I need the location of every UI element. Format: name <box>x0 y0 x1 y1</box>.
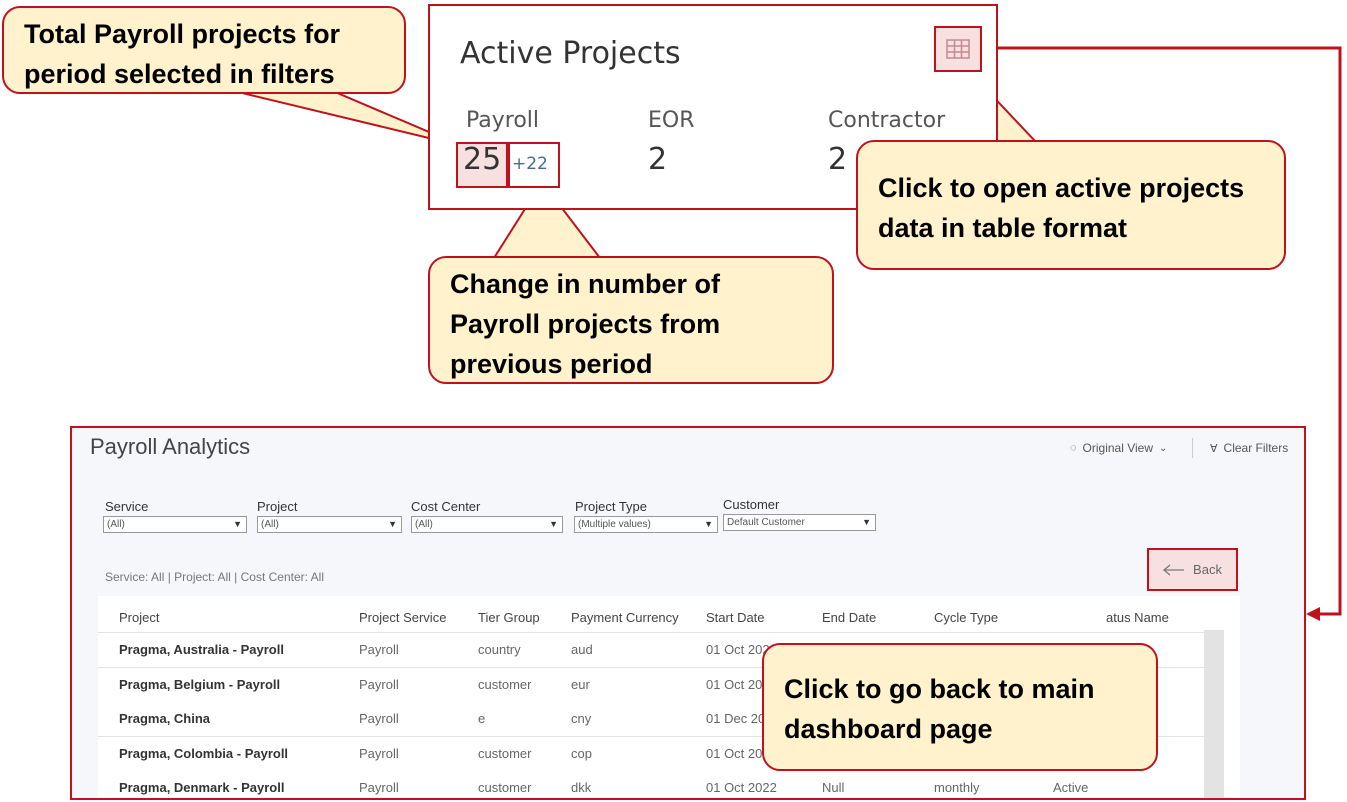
cell-tier: e <box>478 711 486 726</box>
cell-end-date: Null <box>822 780 845 795</box>
filter-label-cost-center: Cost Center <box>411 499 481 514</box>
column-header[interactable]: End Date <box>822 610 876 625</box>
filter-value: (All) <box>107 519 125 530</box>
cell-start-date: 01 Oct 20 <box>706 677 763 692</box>
callout-table-format: Click to open active projects data in ta… <box>856 140 1286 270</box>
dropdown-arrow-icon: ▼ <box>233 519 242 529</box>
dropdown-arrow-icon: ▼ <box>388 519 397 529</box>
table-scrollbar[interactable] <box>1204 630 1224 798</box>
table-view-button[interactable] <box>934 26 982 72</box>
cell-currency: eur <box>571 677 590 692</box>
cell-service: Payroll <box>359 780 399 795</box>
filter-value: (All) <box>415 519 433 530</box>
callout-change: Change in number of Payroll projects fro… <box>428 256 834 384</box>
cell-cycle-type: monthly <box>934 780 980 795</box>
filter-label-project-type: Project Type <box>575 499 648 514</box>
table-row[interactable]: Pragma, Denmark - Payroll Payroll custom… <box>98 771 1204 798</box>
table-grid-icon <box>946 39 970 59</box>
dropdown-arrow-icon: ▼ <box>862 517 871 527</box>
cell-project: Pragma, Colombia - Payroll <box>119 746 289 761</box>
cell-start-date: 01 Dec 20 <box>706 711 766 726</box>
callout-total-payroll: Total Payroll projects for period select… <box>2 6 406 94</box>
toolbar-divider <box>1192 438 1193 458</box>
cell-currency: cny <box>571 711 592 726</box>
filter-select-customer[interactable]: Default Customer ▼ <box>723 514 876 531</box>
cell-tier: country <box>478 642 521 657</box>
applied-filters-summary: Service: All | Project: All | Cost Cente… <box>105 570 324 584</box>
metric-value-contractor: 2 <box>828 142 848 177</box>
cell-project: Pragma, Australia - Payroll <box>119 642 284 657</box>
cell-service: Payroll <box>359 642 399 657</box>
card-title: Active Projects <box>460 36 681 71</box>
metric-label-contractor: Contractor <box>828 108 946 133</box>
cell-project: Pragma, Belgium - Payroll <box>119 677 281 692</box>
back-label: Back <box>1193 562 1222 577</box>
original-view-button[interactable]: ◌ Original View ⌄ <box>1070 441 1167 455</box>
eye-icon: ◌ <box>1070 442 1077 454</box>
column-header[interactable]: Tier Group <box>478 610 540 625</box>
filter-select-cost-center[interactable]: (All) ▼ <box>411 516 563 533</box>
cell-project: Pragma, Denmark - Payroll <box>119 780 285 795</box>
callout-back: Click to go back to main dashboard page <box>762 643 1158 771</box>
filter-icon: ∀ <box>1210 442 1218 455</box>
cell-start-date: 01 Oct 2022 <box>706 780 777 795</box>
column-header[interactable]: Cycle Type <box>934 610 998 625</box>
column-header[interactable]: Project Service <box>359 610 446 625</box>
dropdown-arrow-icon: ▼ <box>549 519 558 529</box>
metric-label-eor: EOR <box>648 108 695 133</box>
column-header[interactable]: Start Date <box>706 610 765 625</box>
dropdown-arrow-icon: ▼ <box>704 519 713 529</box>
filter-label-service: Service <box>105 499 149 514</box>
cell-status: Active <box>1053 780 1089 795</box>
column-header[interactable]: atus Name <box>1106 610 1169 625</box>
filter-label-project: Project <box>257 499 298 514</box>
filter-value: (Multiple values) <box>578 519 651 530</box>
connector-arrowhead <box>1306 607 1320 621</box>
cell-service: Payroll <box>359 677 399 692</box>
metric-value-eor: 2 <box>648 142 668 177</box>
back-button[interactable]: Back <box>1147 548 1238 591</box>
filter-select-project[interactable]: (All) ▼ <box>257 516 402 533</box>
cell-tier: customer <box>478 677 532 692</box>
metric-change-payroll: +22 <box>512 154 548 174</box>
original-view-label: Original View <box>1082 441 1154 455</box>
cell-tier: customer <box>478 780 532 795</box>
column-header[interactable]: Project <box>119 610 159 625</box>
cell-start-date: 01 Oct 20 <box>706 746 763 761</box>
clear-filters-label: Clear Filters <box>1223 441 1289 455</box>
cell-project: Pragma, China <box>119 711 211 726</box>
cell-currency: cop <box>571 746 592 761</box>
cell-service: Payroll <box>359 711 399 726</box>
arrow-left-icon <box>1163 564 1185 575</box>
metric-label-payroll: Payroll <box>466 108 540 133</box>
filter-select-service[interactable]: (All) ▼ <box>103 516 247 533</box>
clear-filters-button[interactable]: ∀ Clear Filters <box>1210 441 1288 455</box>
filter-label-customer: Customer <box>723 497 780 512</box>
filter-value: Default Customer <box>727 517 805 528</box>
cell-currency: aud <box>571 642 593 657</box>
filter-select-project-type[interactable]: (Multiple values) ▼ <box>574 516 718 533</box>
cell-tier: customer <box>478 746 532 761</box>
dashboard-title: Payroll Analytics <box>90 434 251 459</box>
column-header[interactable]: Payment Currency <box>571 610 679 625</box>
filter-value: (All) <box>261 519 279 530</box>
metric-value-payroll: 25 <box>463 142 502 177</box>
cell-service: Payroll <box>359 746 399 761</box>
cell-currency: dkk <box>571 780 592 795</box>
chevron-down-icon: ⌄ <box>1159 442 1168 454</box>
